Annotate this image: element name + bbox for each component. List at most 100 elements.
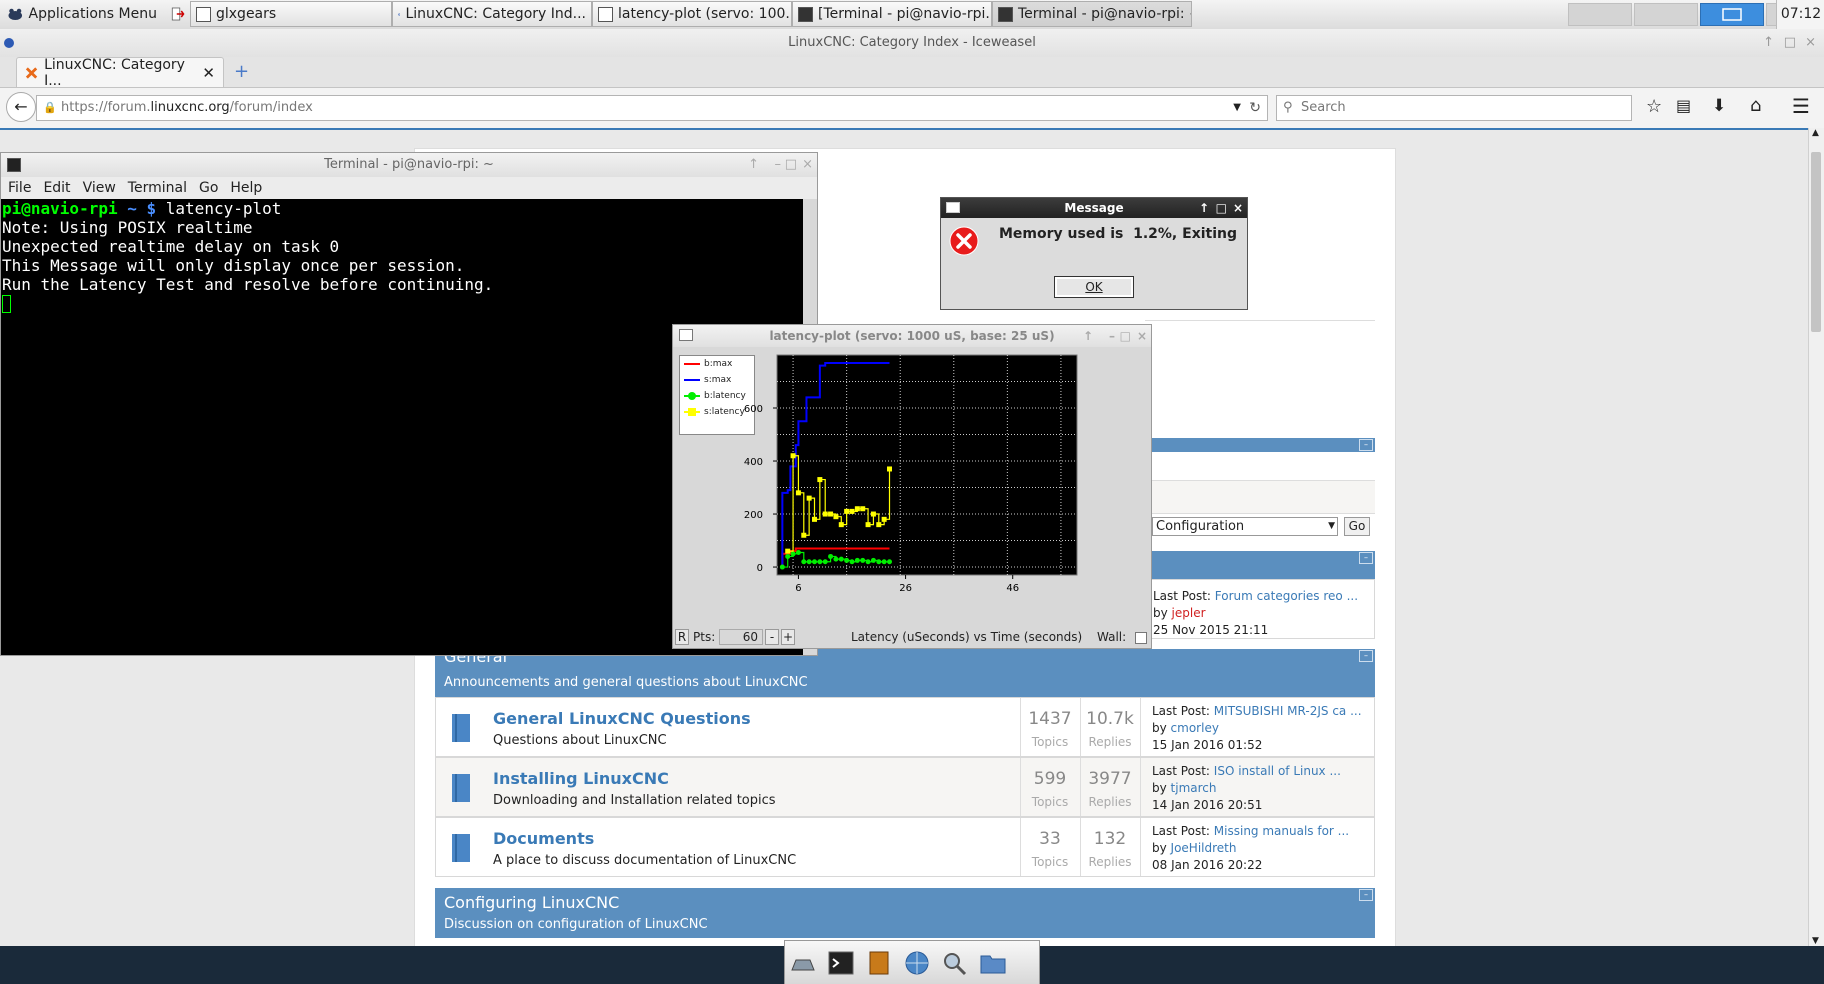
reset-button[interactable]: R (675, 629, 689, 645)
window-maximize-icon[interactable]: □ (1784, 29, 1796, 57)
ok-button[interactable]: OK (1054, 276, 1134, 298)
url-dropdown-icon[interactable]: ▼ (1233, 96, 1241, 120)
new-tab-icon[interactable]: + (234, 61, 249, 82)
window-close-icon[interactable]: × (1137, 325, 1147, 347)
terminal-launcher-icon[interactable] (827, 950, 855, 976)
menu-view[interactable]: View (83, 180, 116, 196)
data-point-b-latency (870, 557, 876, 563)
last-post-by: by (1152, 721, 1167, 735)
last-post-user-link[interactable]: tjmarch (1171, 781, 1217, 795)
window-up-icon[interactable]: ↑ (1083, 325, 1093, 347)
menu-terminal[interactable]: Terminal (128, 180, 187, 196)
collapse-icon[interactable]: – (1359, 889, 1373, 901)
last-post-user-link[interactable]: jepler (1172, 606, 1206, 620)
window-minimize-icon[interactable]: – (775, 153, 782, 177)
web-browser-icon[interactable] (903, 950, 931, 976)
reading-list-icon[interactable]: ▤ (1676, 96, 1691, 115)
menu-edit[interactable]: Edit (43, 180, 70, 196)
category-title[interactable]: Configuring LinuxCNC (444, 893, 619, 912)
terminal-content[interactable]: pi@navio-rpi ~ $ latency-plot Note: Usin… (2, 199, 802, 313)
forum-title-link[interactable]: Installing LinuxCNC (493, 769, 669, 788)
last-post-user-link[interactable]: cmorley (1171, 721, 1219, 735)
tab-label: LinuxCNC: Category I... (44, 56, 185, 89)
window-up-icon[interactable]: ↑ (1199, 198, 1209, 218)
window-maximize-icon[interactable]: □ (1120, 325, 1131, 347)
tab-forum[interactable]: LinuxCNC: Category I... ✕ (16, 56, 224, 89)
wall-checkbox[interactable] (1135, 632, 1147, 644)
clock[interactable]: 07:12 (1776, 0, 1824, 29)
downloads-icon[interactable]: ⬇ (1712, 96, 1726, 116)
task-terminal-2[interactable]: Terminal - pi@navio-rpi: ~ (992, 1, 1192, 27)
scrollbar-thumb[interactable] (1811, 152, 1821, 332)
last-post-link[interactable]: MITSUBISHI MR-2JS ca ... (1214, 704, 1362, 718)
menu-file[interactable]: File (8, 180, 31, 196)
latency-title-bar[interactable]: latency-plot (servo: 1000 uS, base: 25 u… (673, 325, 1151, 347)
replies-count: 132 (1093, 829, 1127, 849)
forum-title-link[interactable]: Documents (493, 829, 594, 848)
scroll-up-icon[interactable]: ▲ (1812, 128, 1819, 138)
collapse-icon[interactable]: – (1359, 650, 1373, 662)
window-up-icon[interactable]: ↑ (748, 153, 759, 177)
window-up-icon[interactable]: ↑ (1763, 29, 1774, 57)
file-manager-icon[interactable] (979, 950, 1007, 976)
category-select[interactable]: Configuration ▼ (1152, 517, 1338, 536)
bookmark-star-icon[interactable]: ☆ (1646, 96, 1662, 117)
window-maximize-icon[interactable]: □ (785, 153, 797, 177)
last-post-user-link[interactable]: JoeHildreth (1171, 841, 1237, 855)
data-point-s-latency (790, 453, 796, 459)
top-last-post-cell: Last Post: Forum categories reo ... by j… (1150, 579, 1375, 639)
pts-increment-button[interactable]: + (781, 629, 795, 645)
terminal-title-bar[interactable]: Terminal - pi@navio-rpi: ~ ↑ – □ × (1, 153, 817, 177)
task-browser[interactable]: LinuxCNC: Category Ind... (392, 1, 592, 27)
data-point-s-latency (785, 548, 791, 554)
forum-description: A place to discuss documentation of Linu… (493, 853, 797, 868)
window-close-icon[interactable]: × (1805, 29, 1816, 57)
menu-icon[interactable]: ☰ (1792, 94, 1810, 118)
message-title-bar[interactable]: Message ↑ □ × (941, 198, 1247, 218)
search-input[interactable]: ⚲ Search (1276, 95, 1632, 121)
last-post-link[interactable]: Missing manuals for ... (1214, 824, 1349, 838)
tab-close-icon[interactable]: ✕ (202, 64, 215, 82)
task-terminal-1[interactable]: [Terminal - pi@navio-rpi... (792, 1, 992, 27)
applications-menu-button[interactable]: Applications Menu (2, 1, 190, 27)
window-close-icon[interactable]: × (1233, 198, 1243, 218)
pts-decrement-button[interactable]: - (765, 629, 779, 645)
forum-title-link[interactable]: General LinuxCNC Questions (493, 709, 751, 728)
window-minimize-icon[interactable]: – (1109, 325, 1115, 347)
lock-icon: 🔒 (43, 101, 57, 114)
iceweasel-icon (398, 12, 401, 16)
last-post-date: 14 Jan 2016 20:51 (1152, 798, 1263, 812)
collapse-icon[interactable]: – (1359, 552, 1373, 564)
workspace-2[interactable] (1634, 3, 1698, 26)
address-book-icon[interactable] (865, 950, 893, 976)
last-post-link[interactable]: Forum categories reo ... (1215, 589, 1358, 603)
search-launcher-icon[interactable] (941, 950, 969, 976)
topics-label: Topics (1031, 855, 1069, 869)
data-point-b-latency (881, 559, 887, 565)
workspace-3[interactable] (1700, 3, 1764, 26)
task-label: Terminal - pi@navio-rpi: ~ (1018, 6, 1192, 22)
workspace-1[interactable] (1568, 3, 1632, 26)
data-point-s-latency (801, 532, 807, 538)
task-glxgears[interactable]: glxgears (190, 1, 392, 27)
menu-help[interactable]: Help (230, 180, 262, 196)
window-close-icon[interactable]: × (802, 153, 813, 177)
home-icon[interactable]: ⌂ (1750, 95, 1761, 116)
data-point-s-latency (822, 511, 828, 517)
last-post-link[interactable]: ISO install of Linux ... (1214, 764, 1341, 778)
page-scrollbar[interactable]: ▲ ▼ (1808, 128, 1824, 946)
show-desktop-icon[interactable] (789, 950, 817, 976)
go-button[interactable]: Go (1344, 517, 1370, 536)
url-bar[interactable]: 🔒 https://forum.linuxcnc.org/forum/index… (36, 95, 1268, 121)
latency-plot-window: latency-plot (servo: 1000 uS, base: 25 u… (672, 324, 1152, 649)
pts-input[interactable]: 60 (719, 629, 763, 645)
task-latency-plot[interactable]: latency-plot (servo: 100... (592, 1, 792, 27)
category-header-configuring: Configuring LinuxCNC Discussion on confi… (435, 888, 1375, 938)
last-post-date: 25 Nov 2015 21:11 (1153, 623, 1269, 637)
menu-go[interactable]: Go (199, 180, 218, 196)
collapse-icon[interactable]: – (1359, 439, 1373, 451)
reload-icon[interactable]: ↻ (1249, 96, 1261, 120)
scroll-down-icon[interactable]: ▼ (1812, 936, 1819, 946)
window-maximize-icon[interactable]: □ (1216, 198, 1227, 218)
back-arrow-icon[interactable]: ← (6, 92, 36, 122)
